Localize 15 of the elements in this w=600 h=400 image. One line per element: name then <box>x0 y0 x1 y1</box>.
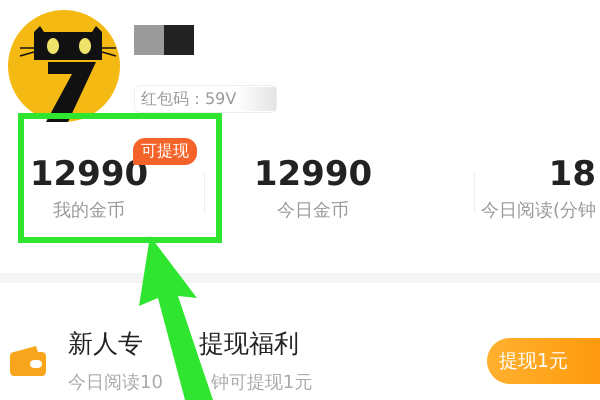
promo-title: 新人专 <box>68 328 143 360</box>
stat-label: 今日金币 <box>277 199 349 222</box>
withdraw-button[interactable]: 提现1元 <box>487 338 600 384</box>
wallet-icon <box>10 346 46 376</box>
promo-subtitle: 钟可提现1元 <box>210 371 312 394</box>
withdrawable-badge: 可提现 <box>133 138 197 165</box>
stat-label: 我的金币 <box>53 199 125 222</box>
app-logo-icon <box>8 10 120 122</box>
stat-value: 18 <box>548 154 596 194</box>
promo-subtitle: 今日阅读10 <box>68 371 163 394</box>
stat-label: 今日阅读(分钟 <box>480 199 596 222</box>
blurred-username <box>134 25 194 55</box>
invite-code: 红包码：59V <box>141 88 236 110</box>
promo-title: 提现福利 <box>199 328 299 360</box>
stat-value: 12990 <box>254 154 372 194</box>
